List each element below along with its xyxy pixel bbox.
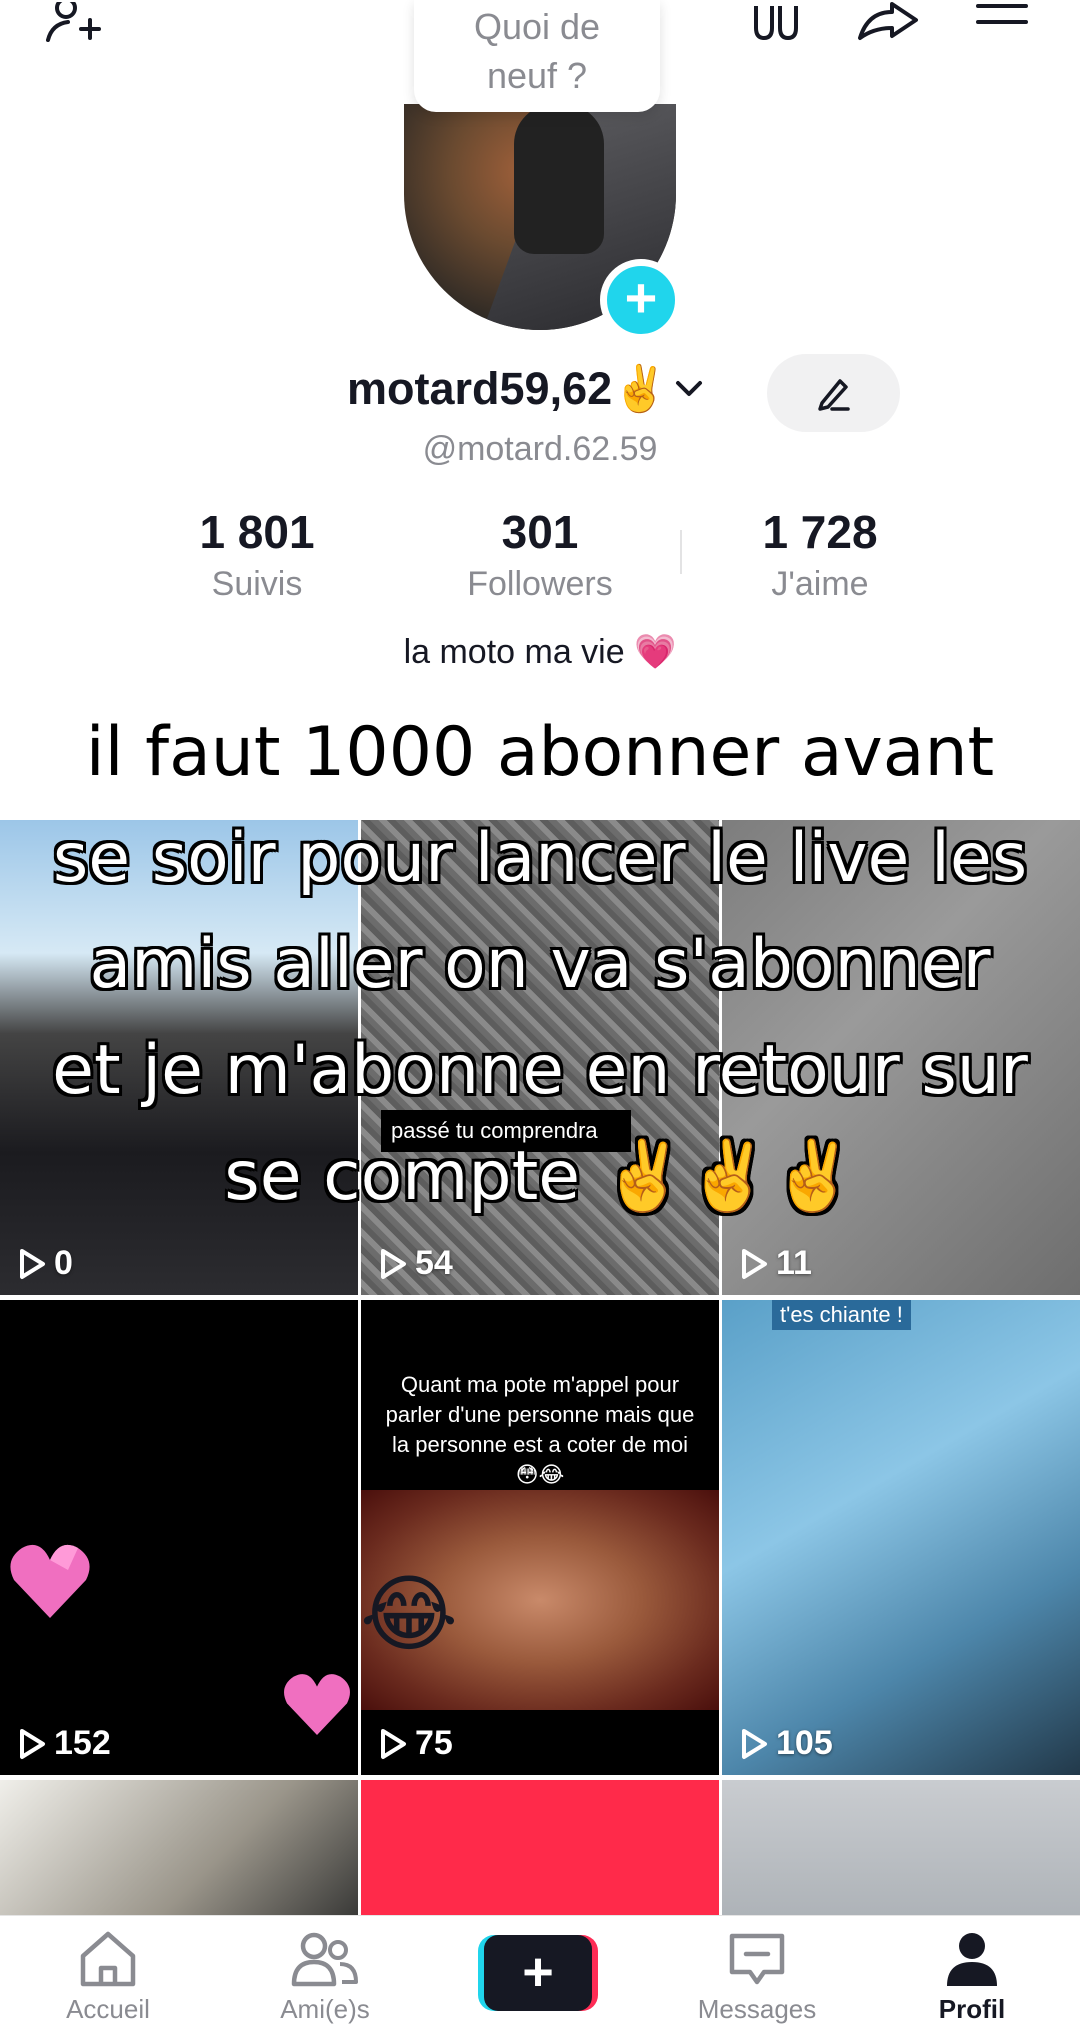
nav-friends-label: Ami(e)s xyxy=(280,1994,370,2024)
caption-line: se soir pour lancer le live les xyxy=(52,819,1028,898)
video-caption: t'es chiante ! xyxy=(772,1300,911,1330)
nav-profile-label: Profil xyxy=(938,1994,1006,2024)
video-thumbnail[interactable] xyxy=(361,1780,719,1915)
play-icon xyxy=(742,1248,767,1279)
home-icon xyxy=(80,1931,136,1987)
caption-line: amis aller on va s'abonner xyxy=(89,925,991,1004)
nav-friends[interactable]: Ami(e)s xyxy=(225,1930,425,2025)
stat-followers[interactable]: 301 Followers xyxy=(410,505,670,604)
followers-label: Followers xyxy=(467,565,613,603)
stat-likes[interactable]: 1 728 J'aime xyxy=(690,505,950,604)
video-thumbnail[interactable] xyxy=(722,1780,1080,1915)
stat-following[interactable]: 1 801 Suivis xyxy=(127,505,387,604)
nav-profile[interactable]: Profil xyxy=(872,1930,1072,2025)
view-count: 11 xyxy=(740,1244,812,1283)
nav-messages[interactable]: Messages xyxy=(657,1930,857,2025)
view-count: 75 xyxy=(379,1724,453,1763)
laughing-emoji-icon: 😂 xyxy=(360,1567,459,1661)
add-friend-icon[interactable] xyxy=(42,0,114,44)
status-bubble-line1: Quoi de xyxy=(473,6,601,47)
share-icon[interactable] xyxy=(850,0,926,44)
stats-divider xyxy=(680,530,682,574)
video-thumbnail[interactable]: t'es chiante ! 105 xyxy=(722,1300,1080,1775)
username-switcher[interactable]: motard59,62✌️ xyxy=(347,362,704,415)
user-handle: @motard.62.59 xyxy=(422,430,658,468)
view-count-value: 54 xyxy=(415,1244,453,1282)
messages-icon xyxy=(729,1933,785,1985)
play-icon xyxy=(742,1728,767,1759)
create-button[interactable]: + xyxy=(478,1935,598,2011)
play-icon xyxy=(20,1728,45,1759)
view-count: 0 xyxy=(18,1244,73,1283)
followers-count: 301 xyxy=(501,506,579,558)
pencil-icon xyxy=(817,379,850,411)
create-plus-icon: + xyxy=(484,1935,592,2011)
nav-home[interactable]: Accueil xyxy=(8,1930,208,2025)
profile-bio: la moto ma vie 💗 xyxy=(403,633,677,671)
caption-line: et je m'abonne en retour sur xyxy=(52,1031,1028,1110)
heart-emoji-icon xyxy=(284,1674,350,1735)
edit-profile-button[interactable] xyxy=(767,354,900,432)
play-icon xyxy=(20,1248,45,1279)
menu-icon[interactable] xyxy=(970,0,1034,44)
add-story-button[interactable]: + xyxy=(600,259,682,341)
following-count: 1 801 xyxy=(199,506,315,558)
friends-icon xyxy=(291,1932,358,1987)
heart-emoji-icon xyxy=(10,1544,90,1618)
caption-overlay: il faut 1000 abonner avant se soir pour … xyxy=(0,700,1080,1230)
video-thumbnail[interactable] xyxy=(0,1780,358,1915)
view-count: 54 xyxy=(379,1244,453,1283)
bottom-nav: Accueil Ami(e)s + Messages Profil xyxy=(0,1915,1080,2032)
status-bubble-line2: neuf ? xyxy=(486,55,588,96)
view-count-value: 105 xyxy=(776,1724,833,1762)
footprints-icon[interactable] xyxy=(744,0,808,44)
likes-count: 1 728 xyxy=(762,506,878,558)
chevron-down-icon xyxy=(676,380,703,396)
profile-icon xyxy=(947,1933,997,1986)
view-count: 105 xyxy=(740,1724,833,1763)
likes-label: J'aime xyxy=(771,565,869,603)
video-thumbnail[interactable]: Quant ma pote m'appel pour parler d'une … xyxy=(361,1300,719,1775)
nav-home-label: Accueil xyxy=(66,1994,150,2024)
status-bubble[interactable]: Quoi de neuf ? xyxy=(414,0,660,112)
following-label: Suivis xyxy=(211,565,303,603)
video-thumbnail[interactable]: 152 xyxy=(0,1300,358,1775)
play-icon xyxy=(381,1248,406,1279)
view-count-value: 152 xyxy=(54,1724,111,1762)
caption-line: il faut 1000 abonner avant xyxy=(85,713,995,792)
view-count-value: 75 xyxy=(415,1724,453,1762)
video-caption: Quant ma pote m'appel pour parler d'une … xyxy=(385,1372,695,1487)
display-name: motard59,62✌️ xyxy=(347,363,669,414)
play-icon xyxy=(381,1728,406,1759)
view-count-value: 0 xyxy=(54,1244,73,1282)
view-count: 152 xyxy=(18,1724,111,1763)
caption-line: se compte ✌️✌️✌️ xyxy=(224,1137,856,1216)
nav-messages-label: Messages xyxy=(697,1994,817,2024)
view-count-value: 11 xyxy=(776,1244,812,1282)
